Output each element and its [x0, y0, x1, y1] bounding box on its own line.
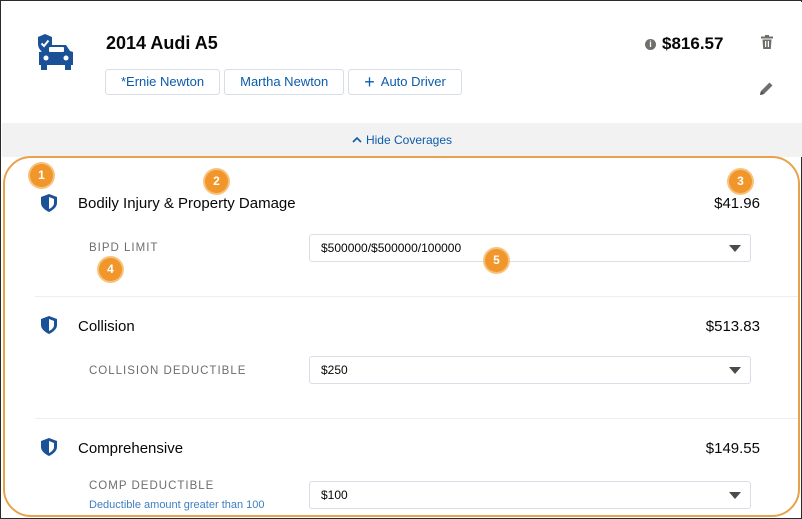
select-value: $250: [321, 363, 348, 377]
divider: [35, 418, 798, 419]
pencil-icon[interactable]: [759, 81, 774, 96]
divider: [35, 296, 798, 297]
caret-down-icon: [729, 245, 741, 252]
chevron-up-icon: [352, 136, 362, 143]
hide-coverages-label: Hide Coverages: [365, 133, 453, 147]
trash-icon[interactable]: [761, 35, 773, 49]
driver-chips: *Ernie Newton Martha Newton + Auto Drive…: [105, 69, 462, 95]
coverages-panel: Bodily Injury & Property Damage $41.96 B…: [3, 156, 800, 517]
field-label: BIPD LIMIT: [89, 242, 159, 254]
callout-badge-3: 3: [729, 170, 752, 193]
screenshot-frame: 2014 Audi A5 *Ernie Newton Martha Newton…: [0, 0, 802, 519]
hide-coverages-toggle[interactable]: Hide Coverages: [2, 123, 802, 157]
select-value: $100: [321, 488, 348, 502]
callout-badge-4: 4: [99, 258, 122, 281]
coverage-name: Bodily Injury & Property Damage: [78, 195, 296, 212]
collision-deductible-select[interactable]: $250: [309, 356, 751, 384]
plus-icon: +: [364, 71, 375, 92]
shield-icon: [41, 194, 57, 212]
driver-chip-martha[interactable]: Martha Newton: [224, 69, 345, 95]
shield-icon: [41, 438, 57, 456]
callout-badge-5: 5: [485, 249, 508, 272]
vehicle-header: 2014 Audi A5 *Ernie Newton Martha Newton…: [2, 2, 802, 123]
shield-icon: [41, 316, 57, 334]
add-driver-label: Auto Driver: [380, 74, 446, 89]
caret-down-icon: [729, 367, 741, 374]
bipd-limit-select[interactable]: $500000/$500000/100000: [309, 234, 751, 262]
car-shield-icon: [38, 34, 73, 70]
coverage-name: Collision: [78, 318, 135, 335]
coverage-price: $149.55: [705, 440, 760, 457]
vehicle-title: 2014 Audi A5: [106, 33, 218, 53]
field-label: COLLISION DEDUCTIBLE: [89, 365, 247, 377]
callout-badge-2: 2: [205, 170, 228, 193]
coverage-name: Comprehensive: [78, 440, 184, 457]
coverage-price: $41.96: [714, 195, 760, 212]
coverage-price: $513.83: [705, 318, 760, 335]
field-label: COMP DEDUCTIBLE: [89, 480, 215, 492]
caret-down-icon: [729, 492, 741, 499]
comp-deductible-select[interactable]: $100: [309, 481, 751, 509]
total-price: $816.57: [662, 34, 724, 53]
help-text: Deductible amount greater than 100: [89, 499, 265, 511]
total-price-group: i $816.57: [645, 34, 723, 54]
driver-chip-ernie[interactable]: *Ernie Newton: [105, 69, 221, 95]
select-value: $500000/$500000/100000: [321, 241, 462, 255]
callout-badge-1: 1: [30, 164, 53, 187]
add-driver-button[interactable]: + Auto Driver: [348, 69, 462, 95]
info-icon[interactable]: i: [645, 38, 656, 50]
